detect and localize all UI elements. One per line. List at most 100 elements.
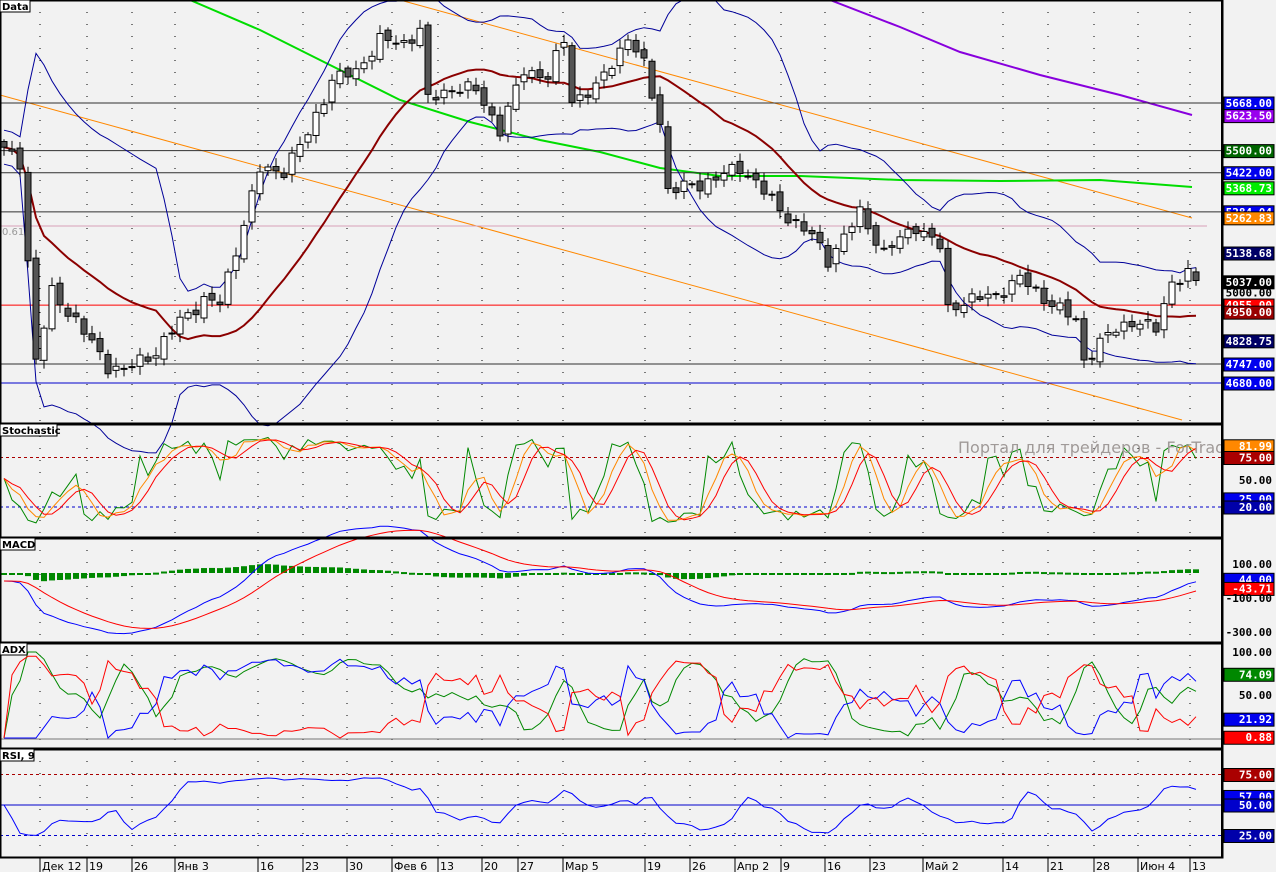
date-label: 13 bbox=[440, 860, 454, 872]
candle-body bbox=[848, 226, 856, 233]
candle-body bbox=[824, 245, 832, 268]
macd-histogram-bar bbox=[449, 573, 455, 578]
axis-label-data: 5668.00 bbox=[1223, 96, 1275, 111]
macd-histogram-bar bbox=[953, 573, 959, 575]
macd-histogram-bar bbox=[681, 573, 687, 580]
date-label: Фев 6 bbox=[394, 860, 427, 872]
candle-body bbox=[256, 171, 264, 195]
date-label: Дек 12 bbox=[42, 860, 82, 872]
date-label: 16 bbox=[260, 860, 274, 872]
macd-histogram-bar bbox=[1009, 572, 1015, 575]
axis-label-adx: 0.88 bbox=[1223, 730, 1275, 745]
axis-label-data: 5138.68 bbox=[1223, 246, 1275, 261]
candle-body bbox=[144, 356, 152, 362]
date-label: 28 bbox=[1096, 860, 1110, 872]
axis-label-text: 75.00 bbox=[1239, 769, 1272, 782]
axis-label-text: 100.00 bbox=[1232, 646, 1272, 659]
candle bbox=[240, 220, 248, 263]
macd-histogram-bar bbox=[705, 573, 711, 579]
candle-body bbox=[704, 178, 712, 195]
macd-histogram-bar bbox=[1001, 573, 1007, 575]
axis-label-rsi: 75.00 bbox=[1223, 768, 1275, 782]
candle-body bbox=[1040, 287, 1048, 304]
macd-histogram-bar bbox=[841, 573, 847, 575]
axis-label-rsi: 25.00 bbox=[1223, 829, 1275, 843]
macd-histogram-bar bbox=[1017, 571, 1023, 574]
macd-histogram-bar bbox=[185, 568, 191, 573]
macd-histogram-bar bbox=[905, 571, 911, 574]
candle-body bbox=[1144, 319, 1152, 322]
axis-label-text: 4747.00 bbox=[1226, 358, 1272, 371]
macd-histogram-bar bbox=[369, 569, 375, 573]
macd-histogram-bar bbox=[201, 568, 207, 573]
macd-histogram-bar bbox=[465, 573, 471, 578]
candle-body bbox=[248, 190, 256, 223]
axis-label-text: 5500.00 bbox=[1226, 145, 1272, 158]
macd-histogram-bar bbox=[1169, 570, 1175, 573]
macd-histogram-bar bbox=[409, 572, 415, 575]
macd-histogram-bar bbox=[1065, 572, 1071, 575]
trading-chart[interactable]: 0.618 Портал для трейдеров - ForTrader.r… bbox=[0, 0, 1276, 872]
candle-body bbox=[264, 166, 272, 172]
candle-body bbox=[928, 227, 936, 238]
candle-body bbox=[1008, 280, 1016, 295]
macd-histogram-bar bbox=[873, 571, 879, 574]
candle-body bbox=[768, 193, 776, 196]
candle-body bbox=[584, 94, 592, 98]
candle-body bbox=[1000, 295, 1008, 298]
candle-body bbox=[400, 40, 408, 43]
macd-histogram-bar bbox=[241, 566, 247, 573]
candle-body bbox=[600, 71, 608, 81]
macd-histogram-bar bbox=[273, 564, 279, 573]
candle-body bbox=[680, 180, 688, 192]
candle-body bbox=[336, 70, 344, 85]
candle-body bbox=[488, 106, 496, 116]
candle-body bbox=[656, 94, 664, 125]
candle-body bbox=[352, 68, 360, 80]
macd-histogram-bar bbox=[721, 573, 727, 577]
candle-body bbox=[304, 134, 312, 143]
candle-body bbox=[48, 285, 56, 330]
macd-histogram-bar bbox=[545, 573, 551, 575]
macd-histogram-bar bbox=[481, 573, 487, 578]
candle-body bbox=[792, 219, 800, 222]
candle-body bbox=[536, 69, 544, 79]
candle-body bbox=[664, 126, 672, 190]
date-label: 16 bbox=[827, 860, 841, 872]
candle bbox=[424, 21, 432, 103]
axis-label-adx: 74.09 bbox=[1223, 667, 1275, 682]
candle-body bbox=[384, 29, 392, 41]
candle-body bbox=[376, 33, 384, 60]
candle-body bbox=[232, 255, 240, 271]
macd-histogram-bar bbox=[1089, 573, 1095, 575]
axis-label-adx: 100.00 bbox=[1232, 646, 1272, 659]
macd-histogram-bar bbox=[417, 573, 423, 575]
macd-histogram-bar bbox=[985, 573, 991, 575]
macd-histogram-bar bbox=[121, 573, 127, 577]
candle-body bbox=[880, 247, 888, 250]
candle-body bbox=[696, 180, 704, 192]
macd-histogram-bar bbox=[433, 573, 439, 577]
date-label: 13 bbox=[1192, 860, 1206, 872]
candle-body bbox=[152, 355, 160, 359]
candle-body bbox=[1016, 274, 1024, 285]
axis-label-data: 4828.75 bbox=[1223, 334, 1275, 349]
candle-body bbox=[832, 248, 840, 265]
axis-label-text: 5422.00 bbox=[1226, 167, 1272, 180]
macd-histogram-bar bbox=[1033, 571, 1039, 574]
axis-label-data: 5623.50 bbox=[1223, 109, 1275, 124]
candle-body bbox=[624, 39, 632, 51]
candle bbox=[648, 58, 656, 101]
candle-body bbox=[552, 50, 560, 83]
macd-histogram-bar bbox=[745, 573, 751, 575]
candle-body bbox=[528, 70, 536, 78]
candle-body bbox=[712, 176, 720, 181]
candle-body bbox=[408, 39, 416, 44]
axis-label-data: 4680.00 bbox=[1223, 376, 1275, 391]
candle-body bbox=[312, 111, 320, 136]
macd-histogram-bar bbox=[217, 568, 223, 573]
macd-histogram-bar bbox=[945, 573, 951, 575]
candle-body bbox=[560, 41, 568, 48]
macd-histogram-bar bbox=[9, 573, 15, 575]
axis-label-text: 75.00 bbox=[1239, 452, 1272, 465]
